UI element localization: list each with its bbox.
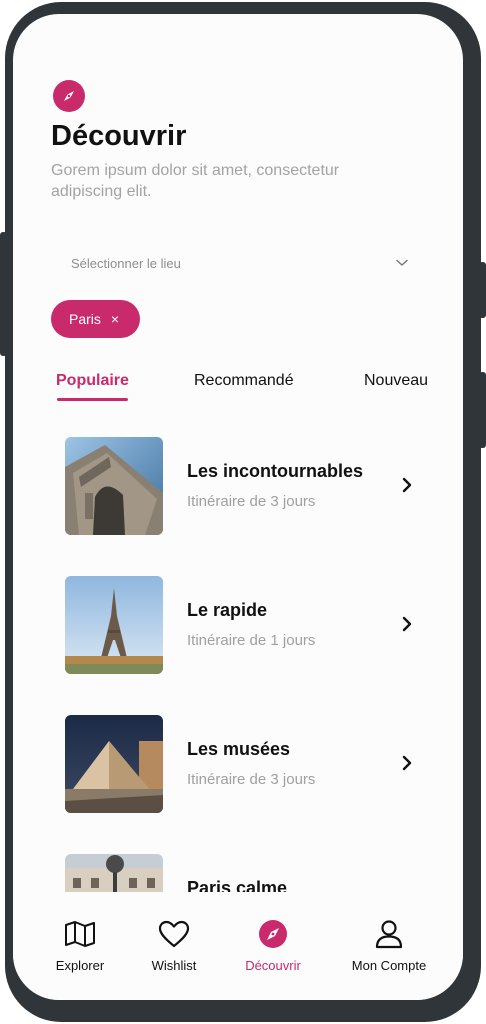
phone-side-button: [0, 232, 7, 356]
nav-label: Mon Compte: [351, 958, 427, 973]
itinerary-title: Les incontournables: [187, 461, 364, 481]
nav-mon-compte[interactable]: Mon Compte: [346, 918, 432, 973]
phone-volume-button: [479, 372, 486, 448]
nav-wishlist[interactable]: Wishlist: [146, 918, 202, 973]
nav-label: Découvrir: [245, 958, 301, 973]
itinerary-title: Les musées: [187, 739, 291, 759]
tab-recommande[interactable]: Recommandé: [194, 372, 294, 390]
app-screen: Découvrir Gorem ipsum dolor sit amet, co…: [13, 14, 463, 1000]
itinerary-title: Le rapide: [187, 600, 268, 620]
chevron-right-icon: [399, 614, 415, 634]
itinerary-item-musees[interactable]: Les musées Itinéraire de 3 jours: [65, 715, 435, 815]
eiffel-tower-image: [65, 576, 163, 674]
page-subtitle: Gorem ipsum dolor sit amet, consectetur …: [51, 162, 340, 200]
active-tab-indicator: [57, 398, 128, 401]
compass-icon: [257, 918, 289, 950]
page-title: Découvrir: [51, 120, 187, 152]
location-select-placeholder: Sélectionner le lieu: [71, 255, 181, 271]
bottom-navigation: Explorer Wishlist Découvrir Mon Compte: [13, 892, 463, 1000]
location-select[interactable]: Sélectionner le lieu: [53, 244, 423, 282]
arc-de-triomphe-image: [65, 437, 163, 535]
chevron-right-icon: [399, 753, 415, 773]
nav-label: Wishlist: [151, 958, 197, 973]
filter-chip-paris[interactable]: Paris ×: [51, 300, 140, 338]
chevron-down-icon: [395, 256, 409, 270]
phone-power-button: [479, 262, 486, 318]
tab-nouveau[interactable]: Nouveau: [364, 372, 428, 390]
louvre-pyramid-image: [65, 715, 163, 813]
itinerary-duration: Itinéraire de 3 jours: [187, 493, 316, 510]
chevron-right-icon: [399, 475, 415, 495]
itinerary-duration: Itinéraire de 3 jours: [187, 771, 316, 788]
filter-chip-label: Paris: [69, 311, 101, 327]
itinerary-duration: Itinéraire de 1 jours: [187, 632, 316, 649]
itinerary-item-rapide[interactable]: Le rapide Itinéraire de 1 jours: [65, 576, 435, 676]
nav-decouvrir[interactable]: Découvrir: [239, 918, 307, 973]
map-icon: [64, 918, 96, 950]
nav-label: Explorer: [55, 958, 105, 973]
user-icon: [373, 918, 405, 950]
close-icon[interactable]: ×: [111, 312, 119, 326]
nav-explorer[interactable]: Explorer: [54, 918, 106, 973]
itinerary-item-incontournables[interactable]: Les incontournables Itinéraire de 3 jour…: [65, 437, 435, 537]
heart-icon: [158, 918, 190, 950]
compass-icon: [53, 80, 85, 112]
tab-populaire[interactable]: Populaire: [56, 372, 129, 390]
